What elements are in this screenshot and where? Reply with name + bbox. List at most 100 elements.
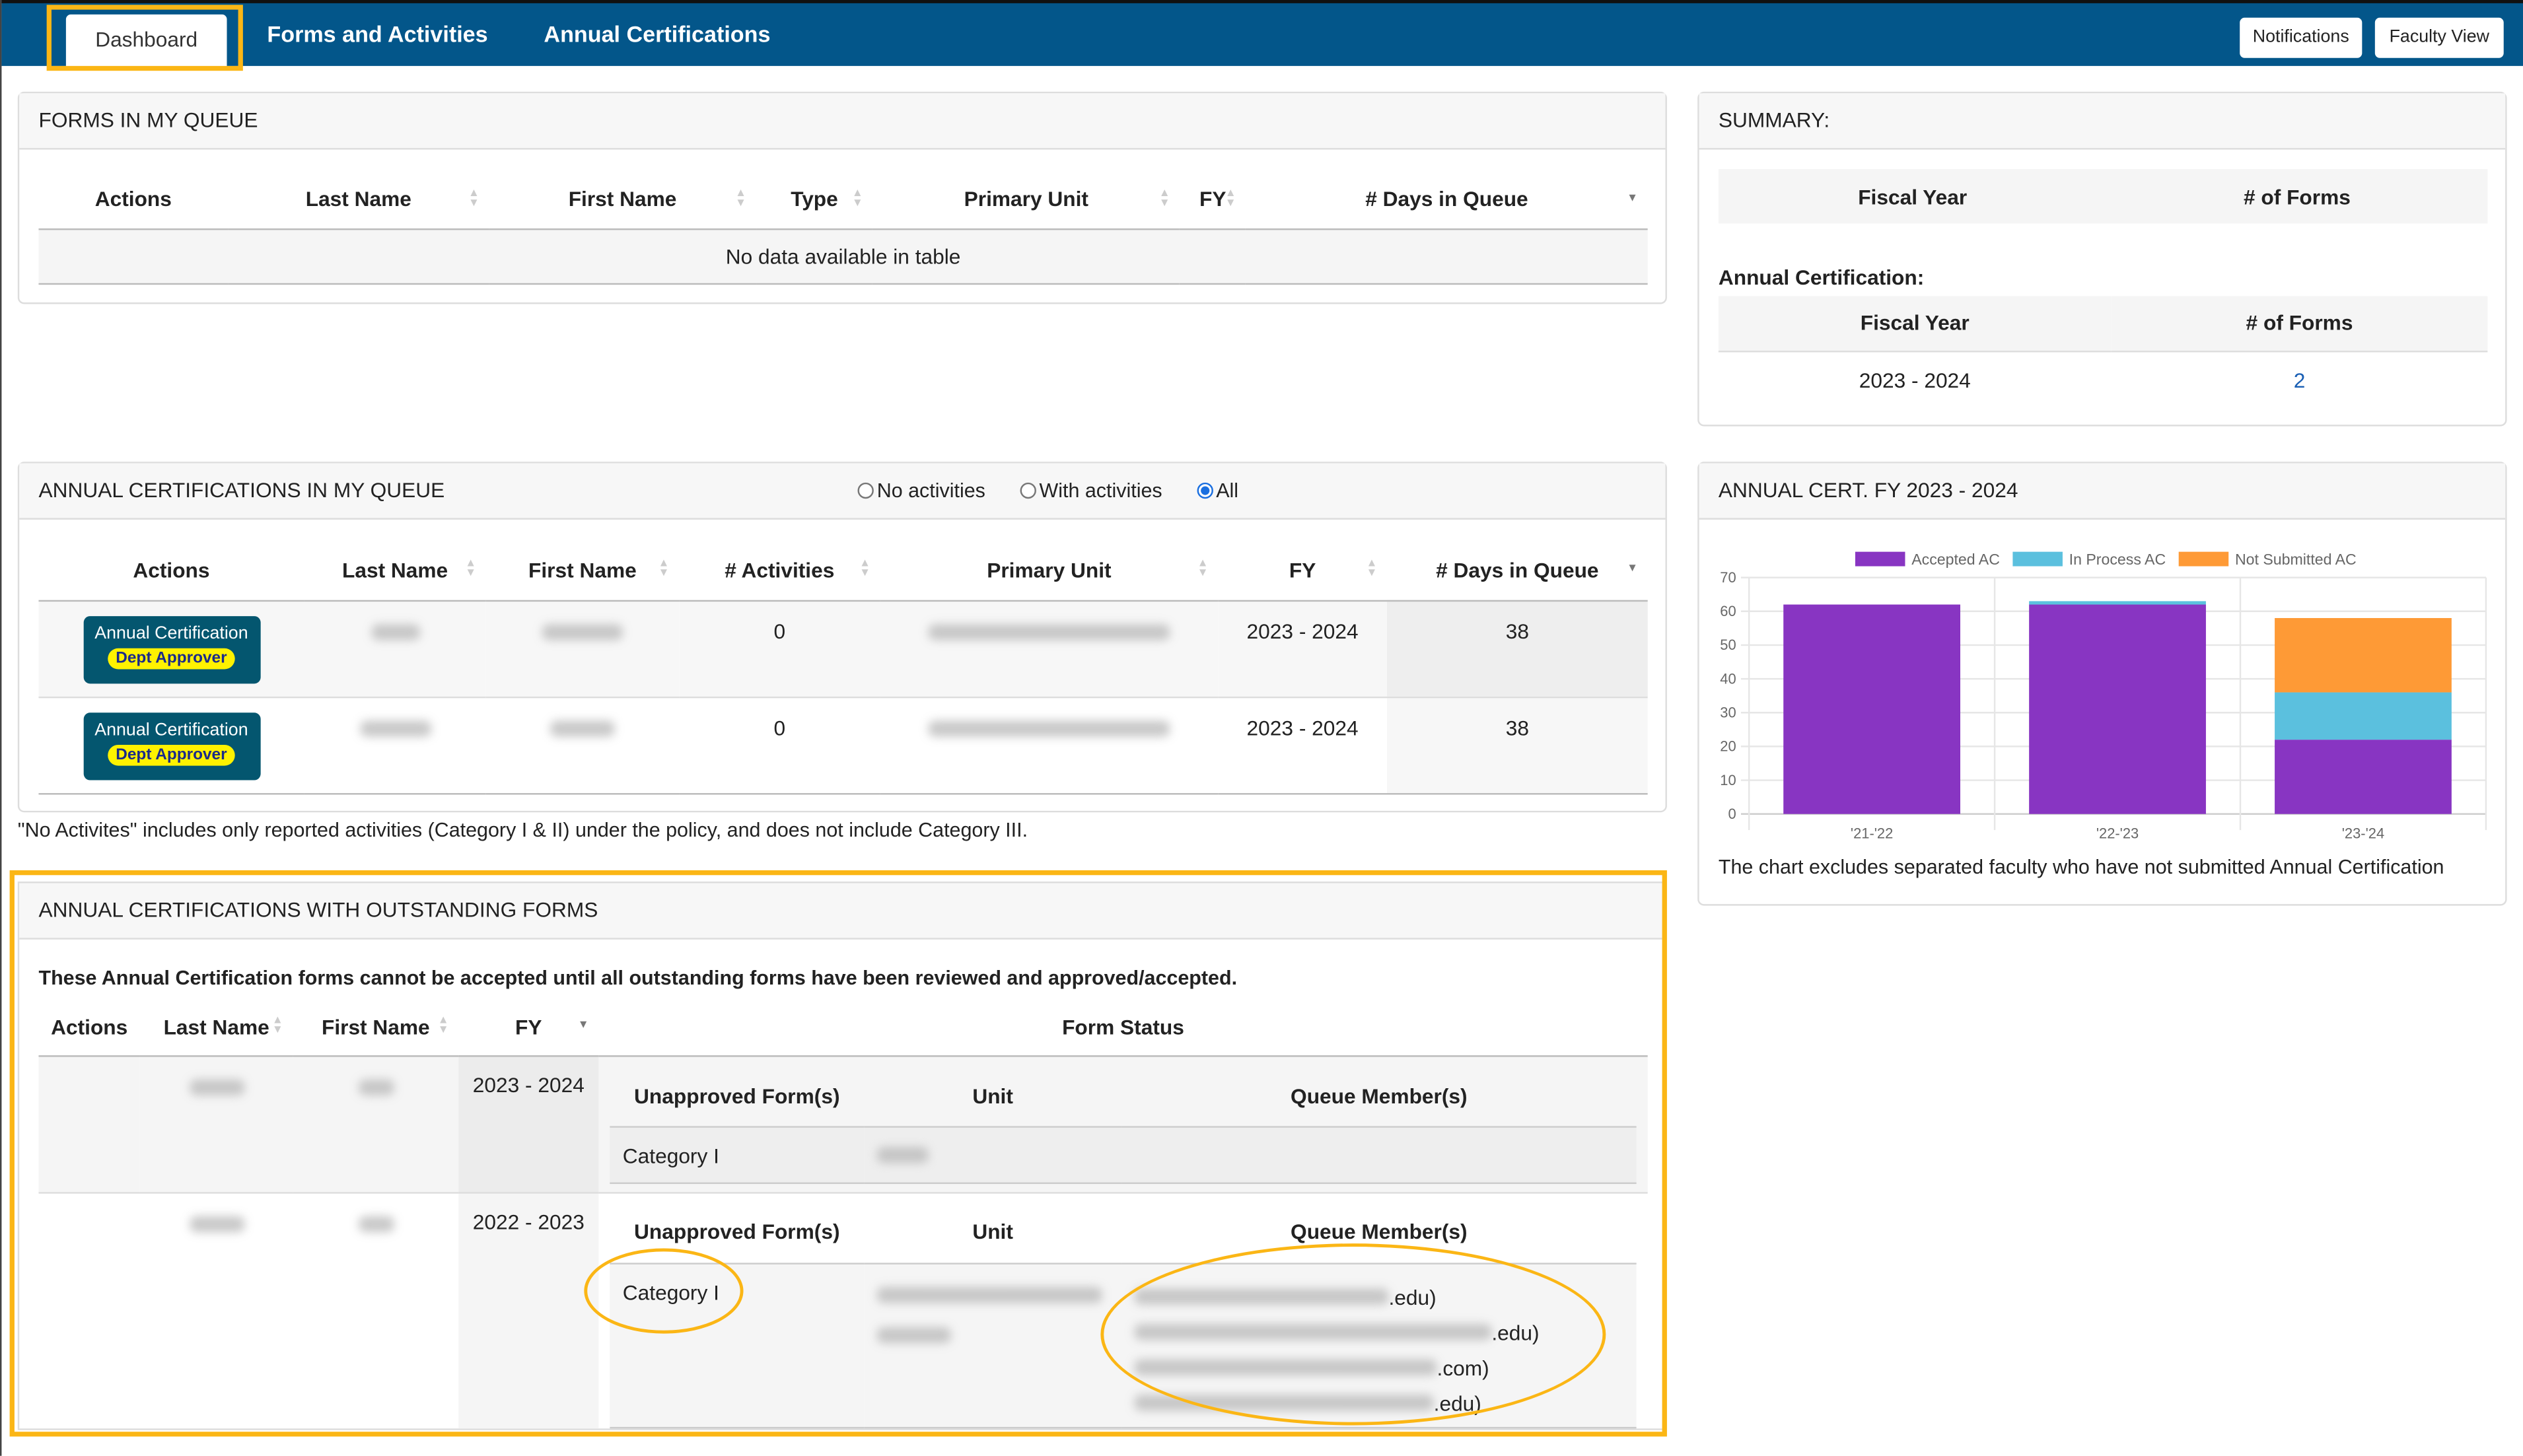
chart-panel: ANNUAL CERT. FY 2023 - 2024 0 10 20 30 40 50 6… (1697, 462, 2507, 906)
sort-icon[interactable]: ▲ ▼ (735, 188, 746, 209)
radio-icon[interactable] (857, 482, 874, 499)
sort-icon[interactable]: ▲ ▼ (859, 559, 871, 580)
col-fy[interactable]: FY ▲ ▼ (1180, 170, 1246, 228)
filter-with-activities[interactable]: With activities (1020, 479, 1162, 502)
activities-count: 0 (773, 714, 786, 740)
legend-swatch (2012, 551, 2063, 567)
empty-message: No data available in table (725, 244, 961, 268)
col-first-name[interactable]: First Name ▲ ▼ (489, 170, 756, 228)
sort-icon[interactable]: ▲ ▼ (1197, 559, 1209, 580)
sort-icon[interactable]: ▲ ▼ (852, 188, 863, 209)
legend-swatch (1855, 551, 1905, 567)
page: Dashboard Forms and Activities Annual Ce… (0, 0, 2523, 1456)
col-first-name[interactable]: First Name ▲ ▼ (486, 541, 679, 600)
table-row: Annual Certification Dept Approver 0 2023 -… (38, 600, 1648, 697)
forms-queue-table: Actions Last Name ▲ ▼ First Name ▲ ▼ Type ▲ ▼ Prim… (38, 170, 1648, 284)
col-activities[interactable]: # Activities ▲ ▼ (679, 541, 880, 600)
col-fy[interactable]: FY ▲ ▼ (1218, 541, 1387, 600)
sort-icon[interactable]: ▲ ▼ (465, 559, 476, 580)
y-tick-label: 0 (1728, 806, 1736, 822)
redacted-first-name (542, 623, 623, 640)
bar-segment (2275, 740, 2452, 814)
legend-label: In Process AC (2069, 551, 2166, 568)
redacted-first-name (550, 720, 615, 736)
sort-icon[interactable]: ▲ ▼ (1159, 188, 1170, 209)
tab-annual-certifications[interactable]: Annual Certifications (544, 21, 770, 47)
days-in-queue: 38 (1387, 696, 1648, 794)
role-badge: Dept Approver (108, 647, 235, 669)
sort-icon[interactable]: ▲ ▼ (1366, 559, 1377, 580)
y-tick-label: 50 (1720, 637, 1736, 653)
col-fiscal-year: Fiscal Year (1858, 184, 1968, 209)
col-days-in-queue[interactable]: # Days in Queue ▼ (1387, 541, 1648, 600)
col-last-name[interactable]: Last Name ▲ ▼ (304, 541, 485, 600)
forms-count-link[interactable]: 2 (2112, 351, 2488, 409)
redacted-primary-unit (928, 720, 1170, 736)
filter-label: With activities (1039, 479, 1162, 503)
fy-cell: 2023 - 2024 (1246, 618, 1359, 643)
col-primary-unit[interactable]: Primary Unit ▲ ▼ (880, 541, 1219, 600)
ac-label: Annual Certification: (1718, 265, 1925, 290)
radio-icon[interactable] (1020, 482, 1036, 499)
ac-queue-table: Actions Last Name ▲ ▼ First Name ▲ ▼ # Activiti… (38, 541, 1648, 794)
summary-ac-table: Fiscal Year # of Forms 2023 - 2024 2 (1718, 296, 2488, 409)
sort-desc-icon[interactable]: ▼ (1627, 563, 1638, 575)
legend-label: Accepted AC (1911, 551, 2000, 568)
notifications-button[interactable]: Notifications (2240, 17, 2363, 58)
radio-icon[interactable] (1196, 482, 1213, 499)
filter-all[interactable]: All (1196, 479, 1238, 502)
stacked-bar-chart: 0 10 20 30 40 50 60 70 '21-'22 '22-'23 '23-'24 Acce… (1720, 551, 2487, 841)
col-fiscal-year: Fiscal Year (1860, 310, 1970, 335)
x-tick-label: '22-'23 (2096, 825, 2139, 841)
x-tick-label: '23-'24 (2342, 825, 2384, 841)
sort-icon[interactable]: ▲ ▼ (1225, 188, 1236, 209)
fy-cell: 2023 - 2024 (1859, 368, 1971, 392)
col-days-in-queue[interactable]: # Days in Queue ▼ (1246, 170, 1647, 228)
y-tick-label: 60 (1720, 603, 1736, 619)
col-actions: Actions (94, 187, 172, 211)
bar-segment (1783, 604, 1961, 814)
sort-icon[interactable]: ▲ ▼ (468, 188, 480, 209)
fy-cell: 2023 - 2024 (1246, 714, 1359, 740)
bar-segment (2275, 692, 2452, 740)
role-badge: Dept Approver (108, 744, 235, 765)
bar-segment (2275, 617, 2452, 693)
chart-footnote: The chart excludes separated faculty who… (1718, 856, 2444, 879)
panel-title: FORMS IN MY QUEUE (19, 93, 1666, 150)
activities-note: "No Activites" includes only reported ac… (17, 819, 1028, 842)
tab-forms-and-activities[interactable]: Forms and Activities (267, 21, 487, 47)
annual-certification-button[interactable]: Annual Certification Dept Approver (83, 615, 260, 683)
y-tick-label: 70 (1720, 569, 1736, 586)
col-primary-unit[interactable]: Primary Unit ▲ ▼ (872, 170, 1180, 228)
annual-certification-button[interactable]: Annual Certification Dept Approver (83, 712, 260, 780)
col-type[interactable]: Type ▲ ▼ (756, 170, 873, 228)
activities-count: 0 (773, 618, 786, 643)
top-nav: Dashboard Forms and Activities Annual Ce… (1, 0, 2523, 69)
highlight-ellipse (1100, 1243, 1606, 1426)
panel-title: ANNUAL CERT. FY 2023 - 2024 (1699, 463, 2506, 520)
legend-label: Not Submitted AC (2235, 551, 2357, 568)
col-forms-count: # of Forms (2246, 310, 2353, 335)
highlight-box (46, 5, 243, 71)
col-last-name[interactable]: Last Name ▲ ▼ (228, 170, 489, 228)
sort-icon[interactable]: ▲ ▼ (658, 559, 670, 580)
sort-desc-icon[interactable]: ▼ (1627, 193, 1638, 204)
activity-filter: No activities With activities All (857, 479, 1238, 502)
bar-segment (2029, 601, 2206, 605)
redacted-primary-unit (928, 623, 1170, 640)
legend-swatch (2178, 551, 2229, 567)
y-tick-label: 30 (1720, 705, 1736, 721)
col-forms-count: # of Forms (2243, 184, 2351, 209)
y-tick-label: 10 (1720, 772, 1736, 788)
ac-queue-panel: ANNUAL CERTIFICATIONS IN MY QUEUE No act… (17, 462, 1667, 813)
panel-title: SUMMARY: (1699, 93, 2506, 150)
summary-panel: SUMMARY: Fiscal Year # of Forms Annual Ce… (1697, 91, 2507, 427)
bar-segment (2029, 604, 2206, 814)
filter-label: No activities (876, 479, 985, 503)
summary-table: Fiscal Year # of Forms (1718, 168, 2488, 224)
filter-no-activities[interactable]: No activities (857, 479, 985, 502)
forms-queue-panel: FORMS IN MY QUEUE Actions Last Name ▲ ▼ Firs… (17, 91, 1667, 304)
faculty-view-button[interactable]: Faculty View (2374, 17, 2504, 58)
col-actions: Actions (133, 557, 210, 582)
y-tick-label: 40 (1720, 670, 1736, 687)
